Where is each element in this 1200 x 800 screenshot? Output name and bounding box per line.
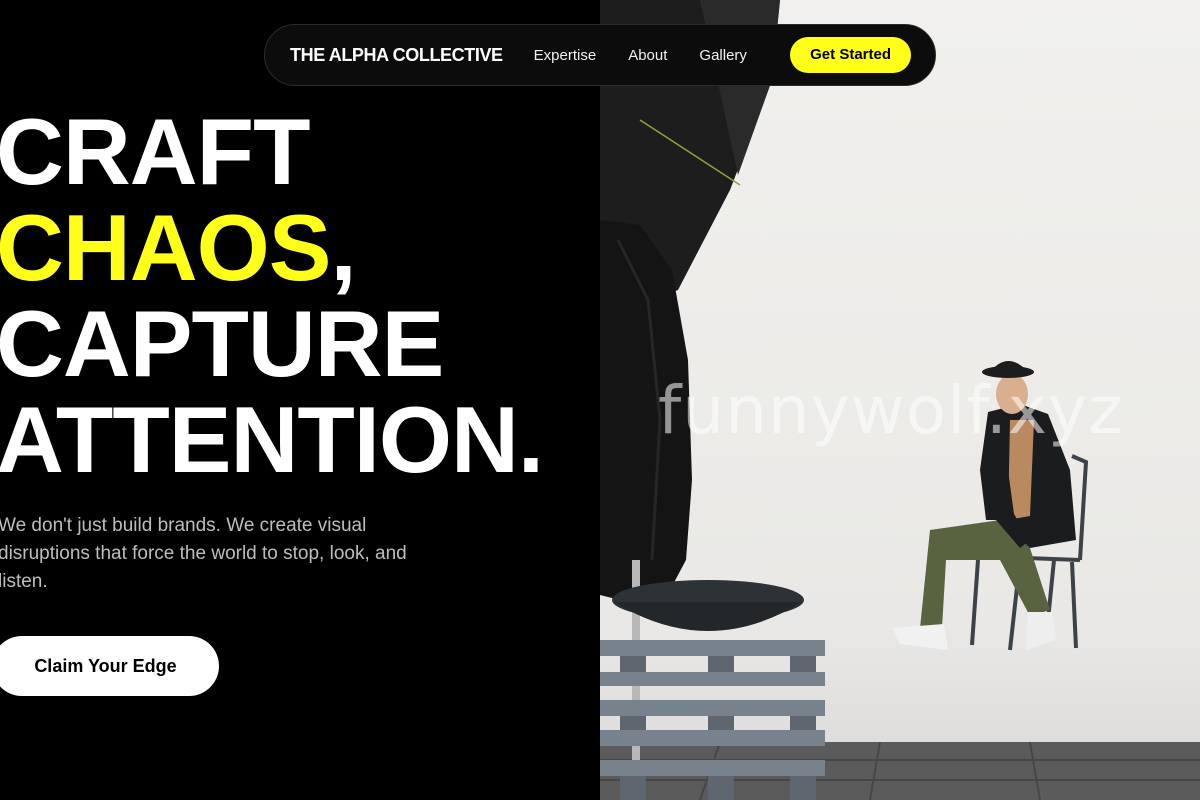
headline-line-3: CAPTURE (0, 291, 444, 396)
hero-headline: CRAFT CHAOS, CAPTURE ATTENTION. (0, 99, 544, 492)
watermark-text: funnywolf.xyz (658, 372, 1124, 449)
brand-logo[interactable]: THE ALPHA COLLECTIVE (290, 45, 503, 66)
headline-line-1: CRAFT (0, 99, 310, 204)
headline-line-4: ATTENTION. (0, 387, 544, 492)
nav-link-gallery[interactable]: Gallery (699, 47, 747, 64)
nav-link-expertise[interactable]: Expertise (534, 47, 597, 64)
nav-link-about[interactable]: About (628, 47, 667, 64)
get-started-button[interactable]: Get Started (790, 37, 911, 73)
hero-subtext: We don't just build brands. We create vi… (0, 515, 407, 592)
headline-accent-word: CHAOS (0, 195, 331, 300)
headline-comma: , (330, 195, 356, 300)
hero-photo: funnywolf.xyz (600, 0, 1200, 800)
claim-your-edge-button[interactable]: Claim Your Edge (0, 636, 219, 696)
headline-line-2: CHAOS, (0, 200, 543, 296)
top-navigation: THE ALPHA COLLECTIVE Expertise About Gal… (264, 24, 936, 86)
nav-links: Expertise About Gallery (534, 47, 747, 64)
